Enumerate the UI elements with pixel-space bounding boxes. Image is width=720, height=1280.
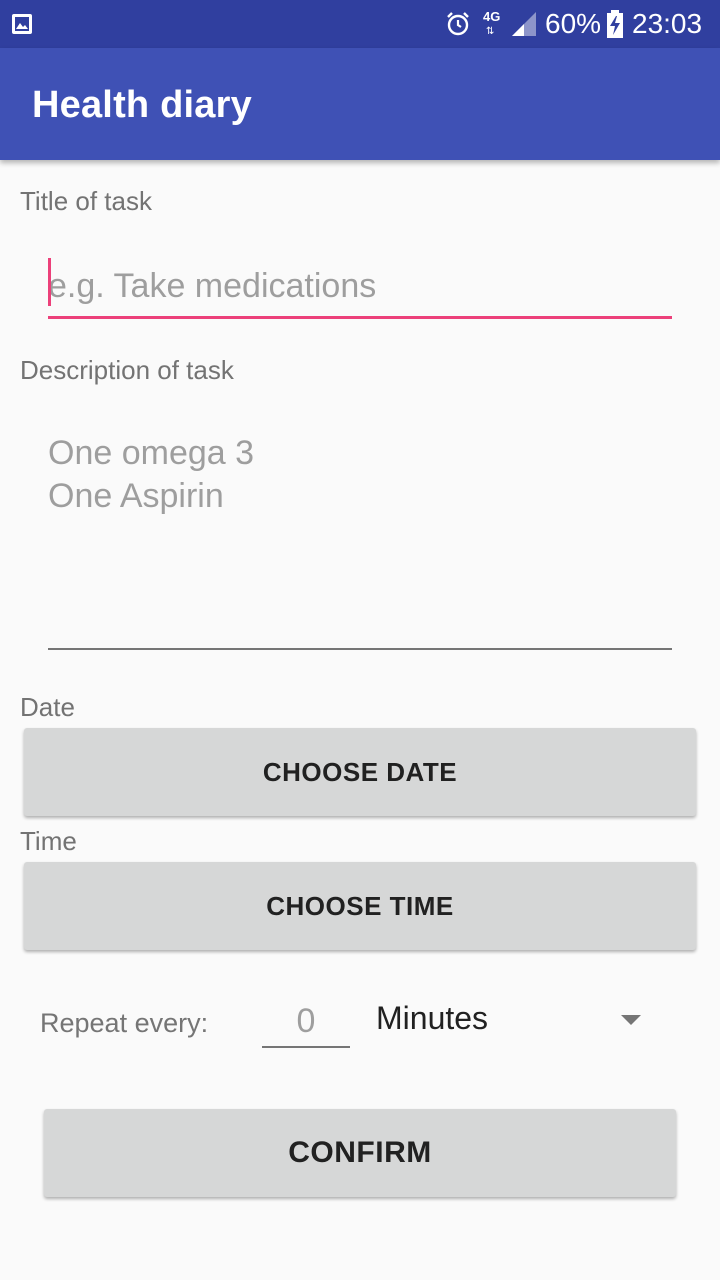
page-title: Health diary [32,84,252,126]
time-label: Time [20,826,77,856]
date-label: Date [20,692,75,722]
repeat-interval-input[interactable] [262,996,350,1048]
battery-percent: 60% [545,8,602,39]
dropdown-arrow-icon [621,1015,641,1025]
status-bar: 4G ⇅ 60% 23:03 [0,0,720,48]
alarm-icon [447,12,469,36]
confirm-button[interactable]: CONFIRM [44,1109,676,1197]
text-cursor [48,258,51,306]
repeat-unit-dropdown[interactable]: Minutes [372,996,656,1046]
repeat-label: Repeat every: [40,1008,209,1038]
signal-icon [512,12,536,36]
battery-charging-icon [607,10,623,38]
repeat-unit-value: Minutes [376,1000,489,1036]
choose-date-button[interactable]: CHOOSE DATE [24,728,696,816]
title-label: Title of task [20,186,152,216]
choose-time-button[interactable]: CHOOSE TIME [24,862,696,950]
task-title-input[interactable] [48,256,672,319]
app-bar: Health diary [0,48,720,160]
description-label: Description of task [20,355,234,385]
clock: 23:03 [632,8,703,39]
network-type: 4G [483,9,501,24]
gallery-icon [12,14,32,34]
network-activity-icon: ⇅ [486,26,495,37]
task-description-input[interactable] [48,432,672,650]
